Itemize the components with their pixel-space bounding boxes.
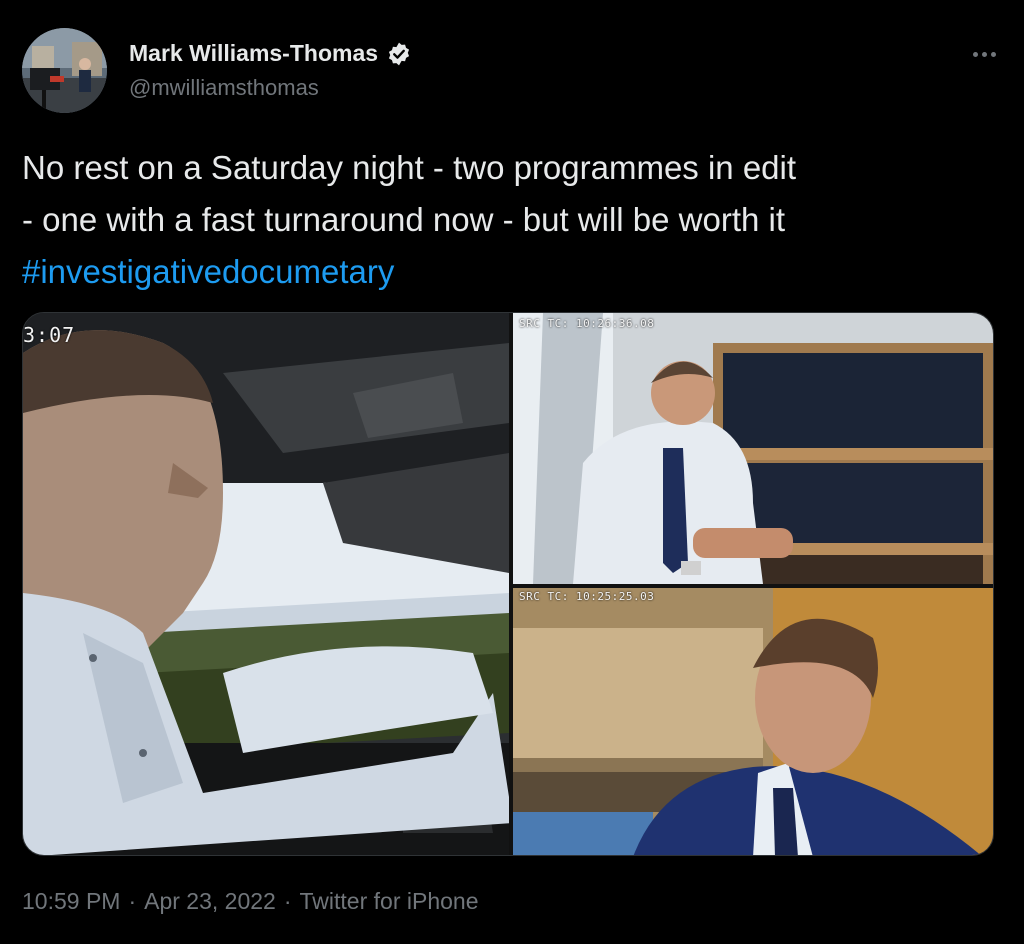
more-dot-icon: [972, 51, 978, 57]
more-options-button[interactable]: [966, 42, 1002, 66]
more-dot-icon: [990, 51, 996, 57]
office-interview-frame: SRC TC: 10:25:25.03: [513, 588, 993, 855]
tweet-date-link[interactable]: Apr 23, 2022: [144, 888, 276, 915]
avatar-photo-icon: [22, 28, 107, 113]
author-name-link[interactable]: Mark Williams-Thomas: [129, 40, 412, 67]
more-dot-icon: [981, 51, 987, 57]
tweet-source-link[interactable]: Twitter for iPhone: [300, 888, 479, 915]
tweet-text-line: No rest on a Saturday night - two progra…: [22, 149, 797, 186]
media-image[interactable]: 3:07 SRC TC: 10:26:36.08 SRC TC: 10:25:2…: [22, 312, 994, 856]
author-display-name: Mark Williams-Thomas: [129, 40, 379, 66]
library-interview-frame: SRC TC: 10:26:36.08: [513, 313, 993, 584]
library-scene-image: [513, 313, 993, 584]
timecode-label: SRC TC: 10:25:25.03: [519, 590, 655, 603]
timecode-label: 3:07: [23, 323, 76, 347]
meta-separator: ·: [128, 888, 137, 914]
tweet-text-line: - one with a fast turnaround now - but w…: [22, 201, 786, 238]
tweet-text: No rest on a Saturday night - two progra…: [22, 142, 1002, 298]
avatar[interactable]: [22, 28, 107, 113]
car-interview-frame: 3:07: [23, 313, 509, 855]
author-handle[interactable]: @mwilliamsthomas: [129, 75, 412, 101]
car-scene-image: [23, 313, 509, 855]
tweet-metadata: 10:59 PM · Apr 23, 2022 · Twitter for iP…: [22, 888, 478, 915]
office-scene-image: [513, 588, 993, 855]
author-info: Mark Williams-Thomas @mwilliamsthomas: [129, 40, 412, 101]
verified-badge-icon: [388, 42, 410, 65]
timecode-label: SRC TC: 10:26:36.08: [519, 317, 655, 330]
tweet-header: Mark Williams-Thomas @mwilliamsthomas: [22, 28, 1002, 118]
hashtag-link[interactable]: #investigativedocumetary: [22, 246, 1002, 298]
meta-separator: ·: [283, 888, 292, 914]
tweet-time-link[interactable]: 10:59 PM: [22, 888, 120, 915]
